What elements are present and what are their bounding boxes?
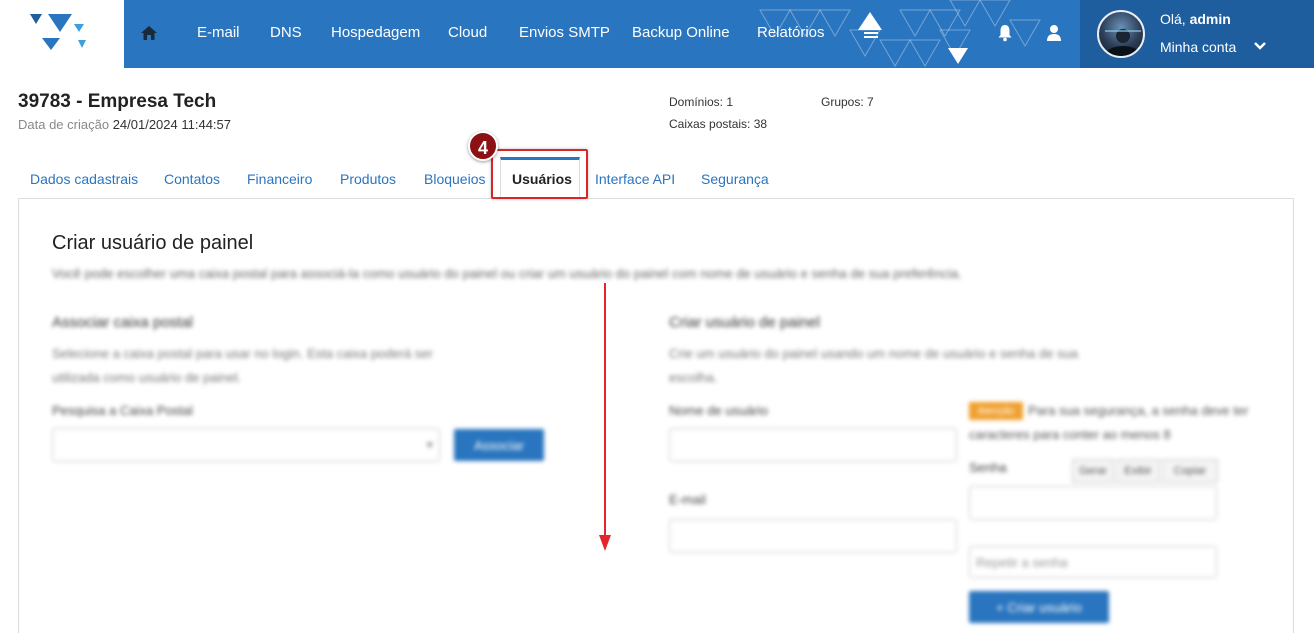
nav-email[interactable]: E-mail	[197, 24, 240, 41]
username: admin	[1189, 11, 1231, 27]
associate-mailbox-text: Selecione a caixa postal para usar no lo…	[52, 346, 433, 385]
tab-financeiro[interactable]: Financeiro	[247, 171, 312, 187]
groups-count: Grupos: 7	[821, 95, 874, 109]
domains-count: Domínios: 1	[669, 95, 734, 109]
company-title: 39783 - Empresa Tech	[18, 91, 217, 112]
tab-bloqueios[interactable]: Bloqueios	[424, 171, 486, 187]
nav-hospedagem[interactable]: Hospedagem	[331, 24, 420, 41]
chevron-down-icon[interactable]	[1253, 39, 1267, 53]
select-arrow-icon: ▾	[426, 437, 433, 452]
avatar[interactable]	[1097, 10, 1145, 58]
tab-highlight-box	[491, 149, 588, 199]
tab-contatos[interactable]: Contatos	[164, 171, 220, 187]
username-label: Nome de usuário	[669, 403, 768, 418]
greeting: Olá, admin	[1160, 11, 1231, 27]
generate-password-button[interactable]: Gerar	[1072, 459, 1114, 483]
logo-icon	[30, 14, 86, 50]
email-label: E-mail	[669, 492, 706, 507]
nav-relatorios[interactable]: Relatórios	[757, 24, 825, 41]
repeat-password-input[interactable]: Repetir a senha	[969, 546, 1217, 578]
create-user-button[interactable]: + Criar usuário	[969, 591, 1109, 623]
panel-description: Você pode escolher uma caixa postal para…	[52, 266, 962, 281]
mailbox-search-label: Pesquisa a Caixa Postal	[52, 403, 193, 418]
nav-cloud[interactable]: Cloud	[448, 24, 487, 41]
tab-dados-cadastrais[interactable]: Dados cadastrais	[30, 171, 138, 187]
nav-envios-smtp[interactable]: Envios SMTP	[519, 24, 610, 41]
brand-logo[interactable]	[0, 0, 124, 68]
panel-title: Criar usuário de painel	[52, 232, 254, 254]
mailbox-search-select[interactable]: ▾	[52, 428, 440, 462]
creation-date: Data de criação 24/01/2024 11:44:57	[18, 117, 232, 132]
create-user-title: Criar usuário de painel	[669, 314, 820, 331]
nav-backup-online[interactable]: Backup Online	[632, 24, 730, 41]
password-input[interactable]	[969, 486, 1217, 520]
email-input[interactable]	[669, 519, 957, 553]
associate-button[interactable]: Associar	[454, 429, 544, 461]
associate-mailbox-title: Associar caixa postal	[52, 314, 193, 331]
menu-icon[interactable]	[862, 24, 880, 42]
bell-icon[interactable]	[997, 24, 1013, 42]
show-password-button[interactable]: Exibir	[1116, 459, 1160, 483]
mailboxes-count: Caixas postais: 38	[669, 117, 768, 131]
create-user-text: Crie um usuário do painel usando um nome…	[669, 346, 1079, 385]
password-warning-line1: Para sua segurança, a senha deve ter	[1028, 403, 1249, 418]
tab-produtos[interactable]: Produtos	[340, 171, 396, 187]
down-arrow-annotation	[599, 283, 611, 551]
plus-icon: +	[996, 599, 1004, 615]
step-badge: 4	[468, 131, 498, 161]
nav-dns[interactable]: DNS	[270, 24, 302, 41]
copy-password-button[interactable]: Copiar	[1162, 459, 1218, 483]
username-input[interactable]	[669, 428, 957, 462]
tab-interface-api[interactable]: Interface API	[595, 171, 675, 187]
password-label: Senha	[969, 460, 1007, 475]
user-icon[interactable]	[1046, 24, 1062, 42]
password-warning-line2: caracteres para conter ao menos 8	[969, 427, 1171, 442]
warning-tag: Atenção	[969, 402, 1023, 420]
tab-seguranca[interactable]: Segurança	[701, 171, 769, 187]
my-account-link[interactable]: Minha conta	[1160, 39, 1236, 55]
home-icon[interactable]	[140, 24, 158, 42]
